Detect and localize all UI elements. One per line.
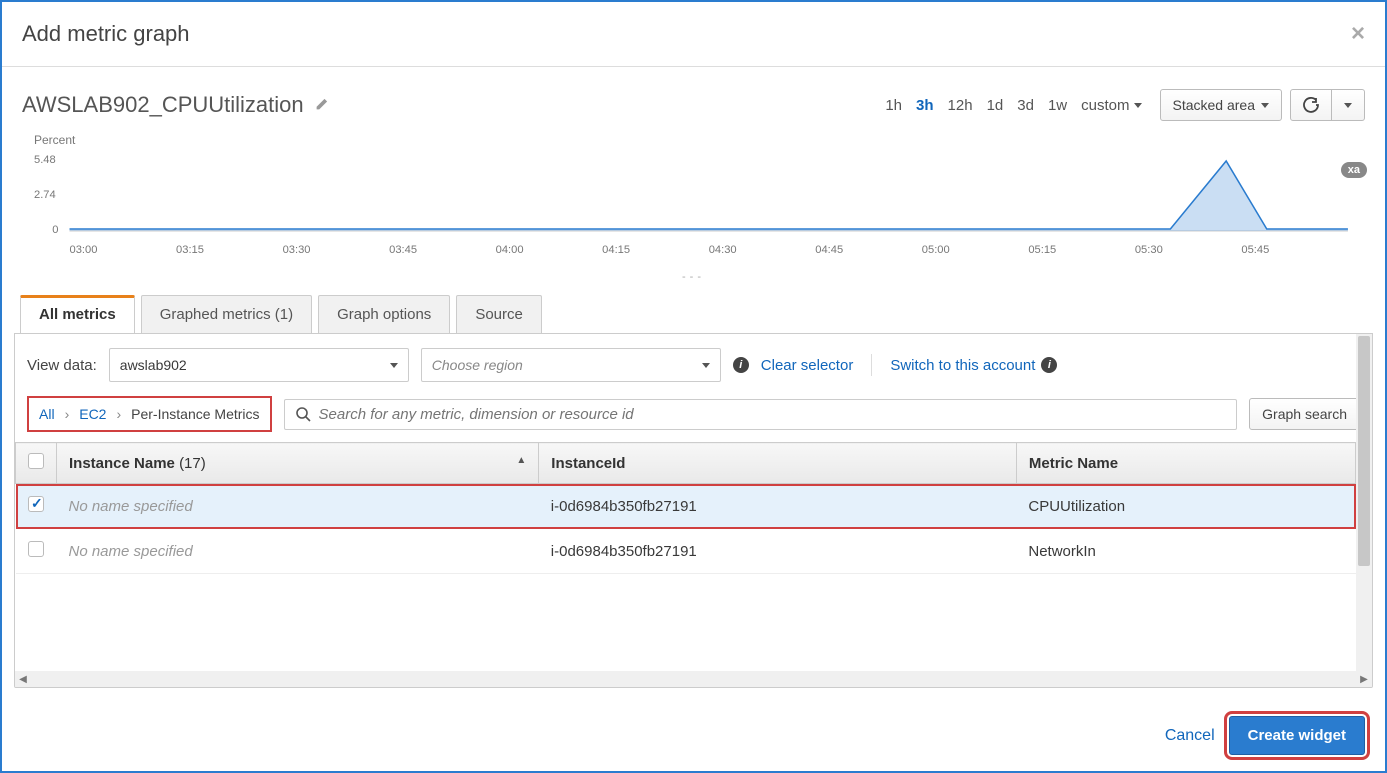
svg-text:04:15: 04:15 bbox=[602, 244, 630, 256]
svg-text:05:15: 05:15 bbox=[1028, 244, 1056, 256]
modal-header: Add metric graph × bbox=[2, 2, 1385, 67]
time-custom[interactable]: custom bbox=[1081, 97, 1141, 114]
y-axis-label: Percent bbox=[34, 133, 1353, 147]
cell-instance-name: No name specified bbox=[57, 529, 539, 574]
create-widget-button[interactable]: Create widget bbox=[1229, 716, 1365, 755]
region-select[interactable]: Choose region bbox=[421, 348, 721, 382]
resize-handle[interactable]: --- bbox=[34, 271, 1353, 283]
view-data-label: View data: bbox=[27, 357, 97, 374]
clear-selector-link[interactable]: Clear selector bbox=[761, 357, 854, 374]
graph-toolbar: AWSLAB902_CPUUtilization 1h 3h 12h 1d 3d… bbox=[14, 79, 1373, 133]
svg-text:05:00: 05:00 bbox=[922, 244, 950, 256]
svg-text:03:15: 03:15 bbox=[176, 244, 204, 256]
refresh-group bbox=[1290, 89, 1365, 121]
breadcrumb-current: Per-Instance Metrics bbox=[131, 406, 259, 422]
switch-account-link[interactable]: Switch to this account i bbox=[890, 357, 1057, 374]
col-metric-name[interactable]: Metric Name bbox=[1016, 443, 1355, 484]
time-1h[interactable]: 1h bbox=[885, 97, 902, 114]
breadcrumb-ec2[interactable]: EC2 bbox=[79, 406, 106, 422]
graph-controls: 1h 3h 12h 1d 3d 1w custom Stacked area bbox=[885, 89, 1365, 121]
tab-graphed-metrics[interactable]: Graphed metrics (1) bbox=[141, 295, 312, 333]
tab-panel: View data: awslab902 Choose region i Cle… bbox=[14, 333, 1373, 688]
row-checkbox[interactable] bbox=[28, 496, 44, 512]
chevron-down-icon bbox=[1344, 103, 1352, 108]
refresh-icon bbox=[1303, 97, 1319, 113]
graph-title-row: AWSLAB902_CPUUtilization bbox=[22, 92, 328, 118]
cell-instance-name: No name specified bbox=[57, 484, 539, 529]
ytick-0: 0 bbox=[52, 224, 58, 236]
time-range-selector: 1h 3h 12h 1d 3d 1w custom bbox=[885, 97, 1141, 114]
svg-text:03:30: 03:30 bbox=[283, 244, 311, 256]
cell-instance-id: i-0d6984b350fb27191 bbox=[539, 484, 1017, 529]
tab-all-metrics[interactable]: All metrics bbox=[20, 295, 135, 333]
svg-text:03:45: 03:45 bbox=[389, 244, 417, 256]
svg-text:04:30: 04:30 bbox=[709, 244, 737, 256]
chevron-right-icon: › bbox=[116, 406, 121, 422]
account-select[interactable]: awslab902 bbox=[109, 348, 409, 382]
search-row: All › EC2 › Per-Instance Metrics Graph s… bbox=[15, 396, 1372, 442]
checkbox-icon bbox=[28, 453, 44, 469]
edit-title-icon[interactable] bbox=[314, 98, 328, 112]
panel-inner: View data: awslab902 Choose region i Cle… bbox=[15, 334, 1372, 671]
col-instance-name[interactable]: Instance Name (17)▲ bbox=[57, 443, 539, 484]
view-data-row: View data: awslab902 Choose region i Cle… bbox=[15, 334, 1372, 396]
metrics-table: Instance Name (17)▲ InstanceId Metric Na… bbox=[15, 442, 1356, 574]
graph-search-button[interactable]: Graph search bbox=[1249, 398, 1360, 430]
search-icon bbox=[295, 406, 311, 422]
time-3h[interactable]: 3h bbox=[916, 97, 934, 114]
breadcrumb-all[interactable]: All bbox=[39, 406, 55, 422]
chart-badge[interactable]: xa bbox=[1341, 162, 1367, 178]
cell-metric-name: CPUUtilization bbox=[1016, 484, 1355, 529]
chart: 5.48 2.74 0 03:00 03:15 03:30 03:45 04:0… bbox=[34, 153, 1353, 268]
vertical-scrollbar[interactable] bbox=[1356, 334, 1372, 671]
close-icon[interactable]: × bbox=[1351, 20, 1365, 48]
tab-source[interactable]: Source bbox=[456, 295, 542, 333]
table-row[interactable]: No name specified i-0d6984b350fb27191 Ne… bbox=[16, 529, 1356, 574]
cell-metric-name: NetworkIn bbox=[1016, 529, 1355, 574]
table-row[interactable]: No name specified i-0d6984b350fb27191 CP… bbox=[16, 484, 1356, 529]
refresh-button[interactable] bbox=[1290, 89, 1332, 121]
row-checkbox[interactable] bbox=[28, 541, 44, 557]
tab-graph-options[interactable]: Graph options bbox=[318, 295, 450, 333]
chart-type-button[interactable]: Stacked area bbox=[1160, 89, 1283, 121]
modal-footer: Cancel Create widget bbox=[2, 700, 1385, 771]
scroll-right-icon: ▶ bbox=[1356, 674, 1372, 685]
time-1w[interactable]: 1w bbox=[1048, 97, 1067, 114]
graph-title: AWSLAB902_CPUUtilization bbox=[22, 92, 304, 118]
chevron-down-icon bbox=[702, 363, 710, 368]
search-input-wrap bbox=[284, 399, 1238, 430]
cell-instance-id: i-0d6984b350fb27191 bbox=[539, 529, 1017, 574]
ytick-max: 5.48 bbox=[34, 154, 56, 166]
tabs: All metrics Graphed metrics (1) Graph op… bbox=[14, 295, 1373, 333]
chevron-right-icon: › bbox=[65, 406, 70, 422]
time-12h[interactable]: 12h bbox=[948, 97, 973, 114]
svg-text:03:00: 03:00 bbox=[70, 244, 98, 256]
modal-body: AWSLAB902_CPUUtilization 1h 3h 12h 1d 3d… bbox=[2, 67, 1385, 700]
modal-title: Add metric graph bbox=[22, 21, 190, 47]
chevron-down-icon bbox=[1261, 103, 1269, 108]
time-3d[interactable]: 3d bbox=[1017, 97, 1034, 114]
cancel-button[interactable]: Cancel bbox=[1165, 727, 1215, 745]
col-instance-id[interactable]: InstanceId bbox=[539, 443, 1017, 484]
chevron-down-icon bbox=[1134, 103, 1142, 108]
info-icon[interactable]: i bbox=[733, 357, 749, 373]
info-icon: i bbox=[1041, 357, 1057, 373]
search-input[interactable] bbox=[319, 406, 1227, 423]
scroll-left-icon: ◀ bbox=[15, 674, 31, 685]
sort-asc-icon: ▲ bbox=[516, 455, 526, 466]
ytick-mid: 2.74 bbox=[34, 189, 56, 201]
chevron-down-icon bbox=[390, 363, 398, 368]
svg-text:04:00: 04:00 bbox=[496, 244, 524, 256]
time-1d[interactable]: 1d bbox=[987, 97, 1004, 114]
svg-text:04:45: 04:45 bbox=[815, 244, 843, 256]
refresh-menu-button[interactable] bbox=[1332, 89, 1365, 121]
horizontal-scrollbar[interactable]: ◀ ▶ bbox=[15, 671, 1372, 687]
svg-text:05:30: 05:30 bbox=[1135, 244, 1163, 256]
breadcrumb: All › EC2 › Per-Instance Metrics bbox=[27, 396, 272, 432]
chart-area: Percent 5.48 2.74 0 03:00 03:15 03:30 03… bbox=[14, 133, 1373, 291]
select-all-header[interactable] bbox=[16, 443, 57, 484]
add-metric-modal: Add metric graph × AWSLAB902_CPUUtilizat… bbox=[0, 0, 1387, 773]
svg-text:05:45: 05:45 bbox=[1241, 244, 1269, 256]
